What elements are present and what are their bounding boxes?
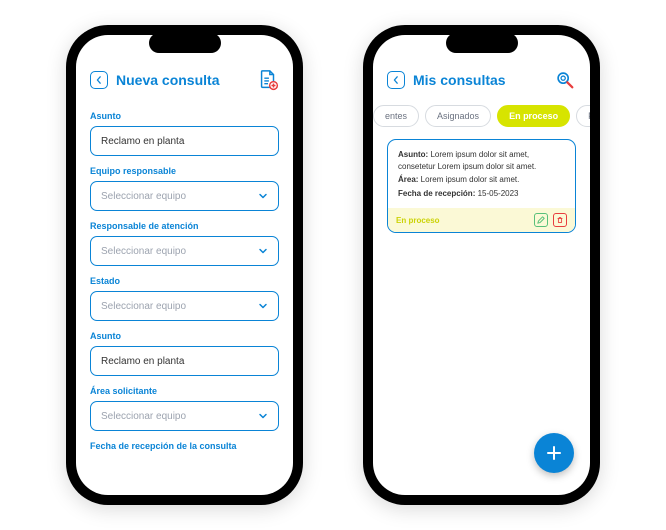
page-title: Mis consultas: [413, 72, 506, 88]
select-input[interactable]: Seleccionar equipo: [90, 181, 279, 211]
delete-button[interactable]: [553, 213, 567, 227]
text-input[interactable]: Reclamo en planta: [90, 346, 279, 376]
back-button[interactable]: [90, 71, 108, 89]
new-document-icon[interactable]: [257, 69, 279, 91]
page-title: Nueva consulta: [116, 72, 219, 88]
tab-entes[interactable]: entes: [373, 105, 419, 127]
header-left: Nueva consulta: [90, 71, 219, 89]
field-group: Fecha de recepción de la consulta: [90, 441, 279, 451]
card-actions: [534, 213, 567, 227]
card-footer: En proceso: [388, 208, 575, 232]
field-group: Asunto Reclamo en planta: [90, 111, 279, 156]
text-input[interactable]: Reclamo en planta: [90, 126, 279, 156]
chevron-down-icon: [258, 411, 268, 421]
field-label: Fecha de recepción de la consulta: [90, 441, 279, 451]
screen-left: Nueva consulta Asunto Reclamo en planta Eq…: [76, 35, 293, 495]
status-badge: En proceso: [396, 216, 440, 225]
select-input[interactable]: Seleccionar equipo: [90, 401, 279, 431]
field-group: Asunto Reclamo en planta: [90, 331, 279, 376]
consulta-card[interactable]: Asunto: Lorem ipsum dolor sit amet, cons…: [387, 139, 576, 233]
chevron-down-icon: [258, 246, 268, 256]
field-group: Área solicitante Seleccionar equipo: [90, 386, 279, 431]
chevron-left-icon: [95, 76, 103, 84]
field-group: Estado Seleccionar equipo: [90, 276, 279, 321]
plus-icon: [544, 443, 564, 463]
field-label: Área solicitante: [90, 386, 279, 396]
tab-finaliz[interactable]: Finaliz: [576, 105, 590, 127]
screen-right: Mis consultas entes Asignados En proceso Fi…: [373, 35, 590, 495]
trash-icon: [556, 216, 564, 224]
field-label: Asunto: [90, 331, 279, 341]
pencil-icon: [537, 216, 545, 224]
edit-button[interactable]: [534, 213, 548, 227]
select-input[interactable]: Seleccionar equipo: [90, 291, 279, 321]
header-left: Mis consultas: [387, 71, 506, 89]
tab-en-proceso[interactable]: En proceso: [497, 105, 570, 127]
card-area: Área: Lorem ipsum dolor sit amet.: [398, 174, 565, 186]
field-label: Responsable de atención: [90, 221, 279, 231]
phone-frame-right: Mis consultas entes Asignados En proceso Fi…: [363, 25, 600, 505]
field-label: Equipo responsable: [90, 166, 279, 176]
field-label: Asunto: [90, 111, 279, 121]
phone-notch: [446, 33, 518, 53]
search-icon[interactable]: [554, 69, 576, 91]
add-button[interactable]: [534, 433, 574, 473]
select-placeholder: Seleccionar equipo: [101, 246, 186, 257]
select-input[interactable]: Seleccionar equipo: [90, 236, 279, 266]
phone-notch: [149, 33, 221, 53]
chevron-down-icon: [258, 301, 268, 311]
select-placeholder: Seleccionar equipo: [101, 191, 186, 202]
tab-asignados[interactable]: Asignados: [425, 105, 491, 127]
chevron-left-icon: [392, 76, 400, 84]
form-content: Asunto Reclamo en planta Equipo responsabl…: [76, 101, 293, 495]
chevron-down-icon: [258, 191, 268, 201]
field-group: Responsable de atención Seleccionar equip…: [90, 221, 279, 266]
back-button[interactable]: [387, 71, 405, 89]
card-asunto: Asunto: Lorem ipsum dolor sit amet, cons…: [398, 149, 565, 172]
card-fecha: Fecha de recepción: 15-05-2023: [398, 188, 565, 200]
input-value: Reclamo en planta: [101, 136, 184, 147]
select-placeholder: Seleccionar equipo: [101, 301, 186, 312]
field-label: Estado: [90, 276, 279, 286]
phone-frame-left: Nueva consulta Asunto Reclamo en planta Eq…: [66, 25, 303, 505]
input-value: Reclamo en planta: [101, 356, 184, 367]
select-placeholder: Seleccionar equipo: [101, 411, 186, 422]
tabs-bar: entes Asignados En proceso Finaliz: [373, 101, 590, 137]
field-group: Equipo responsable Seleccionar equipo: [90, 166, 279, 211]
card-body: Asunto: Lorem ipsum dolor sit amet, cons…: [388, 140, 575, 208]
